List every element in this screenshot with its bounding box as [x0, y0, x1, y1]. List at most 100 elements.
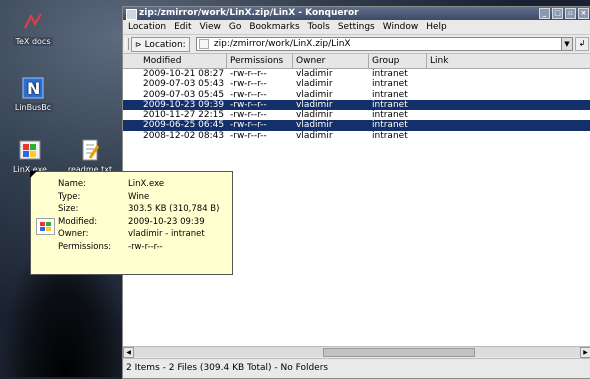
- menubar: Location Edit View Go Bookmarks Tools Se…: [123, 20, 590, 35]
- table-row[interactable]: 2009-10-23 09:39 -rw-r--r-- vladimir intran…: [123, 99, 590, 111]
- column-header-row: Modified Permissions Owner Group Link: [123, 54, 590, 69]
- tooltip-field-row: Owner: vladimir - intranet: [58, 229, 223, 242]
- cell-link: [427, 110, 590, 120]
- window-menu-icon[interactable]: [126, 9, 137, 20]
- tooltip-field-key: Permissions:: [58, 241, 112, 252]
- location-label: Location:: [144, 40, 186, 50]
- scroll-right-arrow[interactable]: ▶: [580, 347, 590, 358]
- cell-permissions: -rw-r--r--: [230, 99, 267, 110]
- window-titlebar[interactable]: zip:/zmirror/work/LinX.zip/LinX - Konque…: [123, 7, 590, 20]
- restore-button[interactable]: ▫: [565, 8, 576, 19]
- cell-owner: vladimir: [296, 69, 333, 79]
- cell-modified: 2009-07-03 05:43: [143, 79, 225, 90]
- desktop-icon-tex-docs[interactable]: TeX docs: [3, 10, 63, 46]
- location-label-button[interactable]: ⊳ Location:: [131, 37, 190, 52]
- tooltip-fields: Name: LinX.exe Type: Wine Size: 303.5 KB (310…: [58, 179, 223, 254]
- file-info-tooltip: Name: LinX.exe Type: Wine Size: 303.5 KB (310…: [30, 171, 233, 275]
- cell-group: intranet: [372, 89, 408, 100]
- column-header-owner[interactable]: Owner: [293, 54, 369, 68]
- app-n-icon: N: [21, 76, 45, 100]
- cell-modified: 2010-11-27 22:15: [143, 110, 225, 121]
- cell-modified: 2008-12-02 08:43: [143, 130, 225, 141]
- cell-owner: vladimir: [296, 79, 333, 90]
- horizontal-scrollbar[interactable]: ◀ ▶: [123, 346, 590, 358]
- column-header-permissions[interactable]: Permissions: [227, 54, 293, 68]
- tooltip-field-row: Type: Wine: [58, 192, 223, 205]
- menu-location[interactable]: Location: [128, 20, 166, 34]
- tooltip-field-row: Permissions: -rw-r--r--: [58, 242, 223, 255]
- toolbar-handle[interactable]: [125, 38, 129, 50]
- column-header-modified[interactable]: Modified: [123, 54, 227, 68]
- menu-edit[interactable]: Edit: [174, 20, 191, 34]
- cell-group: intranet: [372, 99, 408, 110]
- table-row[interactable]: 2009-10-21 08:27 -rw-r--r-- vladimir intran…: [123, 69, 590, 79]
- table-row[interactable]: 2010-11-27 22:15 -rw-r--r-- vladimir intran…: [123, 110, 590, 120]
- close-button[interactable]: ×: [578, 8, 589, 19]
- cell-permissions: -rw-r--r--: [230, 89, 267, 100]
- tooltip-field-key: Size:: [58, 204, 79, 214]
- column-header-group[interactable]: Group: [369, 54, 427, 68]
- clear-location-icon: ⊳: [135, 40, 142, 49]
- menu-window[interactable]: Window: [383, 20, 419, 34]
- cell-modified: 2009-10-21 08:27: [143, 69, 225, 79]
- desktop-icon-readme[interactable]: readme.txt: [60, 138, 120, 174]
- tooltip-corner: [30, 171, 37, 178]
- cell-permissions: -rw-r--r--: [230, 130, 267, 141]
- scroll-left-arrow[interactable]: ◀: [123, 347, 134, 358]
- file-rows: 2009-10-21 08:27 -rw-r--r-- vladimir intran…: [123, 69, 590, 141]
- menu-bookmarks[interactable]: Bookmarks: [249, 20, 299, 34]
- location-input[interactable]: zip:/zmirror/work/LinX.zip/LinX: [196, 37, 563, 51]
- zip-archive-icon: [199, 38, 209, 49]
- window-title: zip:/zmirror/work/LinX.zip/LinX - Konque…: [139, 8, 359, 18]
- windows-exe-icon: [36, 218, 55, 235]
- go-button[interactable]: ↲: [575, 37, 589, 51]
- menu-tools[interactable]: Tools: [308, 20, 330, 34]
- tooltip-field-row: Modified: 2009-10-23 09:39: [58, 217, 223, 230]
- tooltip-field-key: Modified:: [58, 216, 98, 227]
- cell-group: intranet: [372, 120, 408, 131]
- menu-settings[interactable]: Settings: [338, 20, 375, 34]
- cell-group: intranet: [372, 130, 408, 141]
- table-row[interactable]: 2009-06-25 06:45 -rw-r--r-- vladimir intran…: [123, 120, 590, 131]
- cell-modified: 2009-10-23 09:39: [143, 99, 225, 110]
- cell-permissions: -rw-r--r--: [230, 69, 267, 79]
- location-history-dropdown[interactable]: ▼: [561, 37, 573, 51]
- tooltip-field-key: Type:: [58, 191, 81, 202]
- column-header-link[interactable]: Link: [427, 54, 590, 68]
- desktop-icon-label: LinBusBc: [12, 103, 54, 112]
- desktop-icon-label: TeX docs: [13, 37, 53, 46]
- tooltip-field-key: Owner:: [58, 229, 89, 239]
- menu-view[interactable]: View: [200, 20, 221, 34]
- table-row[interactable]: 2009-07-03 05:45 -rw-r--r-- vladimir intran…: [123, 90, 590, 100]
- menu-go[interactable]: Go: [229, 20, 241, 34]
- maximize-button[interactable]: □: [552, 8, 563, 19]
- desktop-icon-linx-exe[interactable]: LinX.exe: [0, 138, 60, 174]
- tooltip-field-value: vladimir - intranet: [128, 229, 205, 239]
- scroll-thumb[interactable]: [323, 348, 475, 357]
- cell-permissions: -rw-r--r--: [230, 110, 267, 121]
- cell-group: intranet: [372, 79, 408, 90]
- status-bar: 2 Items - 2 Files (309.4 KB Total) - No …: [123, 358, 590, 376]
- tooltip-field-value: Wine: [128, 191, 150, 202]
- cell-link: [427, 69, 590, 79]
- desktop-icon-linbusbc[interactable]: N LinBusBc: [3, 76, 63, 112]
- cell-group: intranet: [372, 69, 408, 79]
- cell-group: intranet: [372, 110, 408, 121]
- minimize-button[interactable]: _: [539, 8, 550, 19]
- cell-permissions: -rw-r--r--: [230, 120, 267, 131]
- tooltip-field-value: LinX.exe: [128, 179, 165, 189]
- location-value: zip:/zmirror/work/LinX.zip/LinX: [213, 39, 351, 49]
- tooltip-field-value: -rw-r--r--: [128, 241, 163, 252]
- cell-link: [427, 100, 590, 110]
- cell-link: [427, 79, 590, 89]
- tooltip-field-row: Name: LinX.exe: [58, 179, 223, 192]
- cell-link: [427, 131, 590, 141]
- cell-owner: vladimir: [296, 130, 333, 141]
- menu-help[interactable]: Help: [426, 20, 447, 34]
- cell-modified: 2009-06-25 06:45: [143, 120, 225, 131]
- table-row[interactable]: 2008-12-02 08:43 -rw-r--r-- vladimir intran…: [123, 131, 590, 141]
- tooltip-field-value: 2009-10-23 09:39: [128, 216, 205, 227]
- cell-modified: 2009-07-03 05:45: [143, 89, 225, 100]
- text-file-icon: [78, 138, 102, 162]
- table-row[interactable]: 2009-07-03 05:43 -rw-r--r-- vladimir intran…: [123, 79, 590, 89]
